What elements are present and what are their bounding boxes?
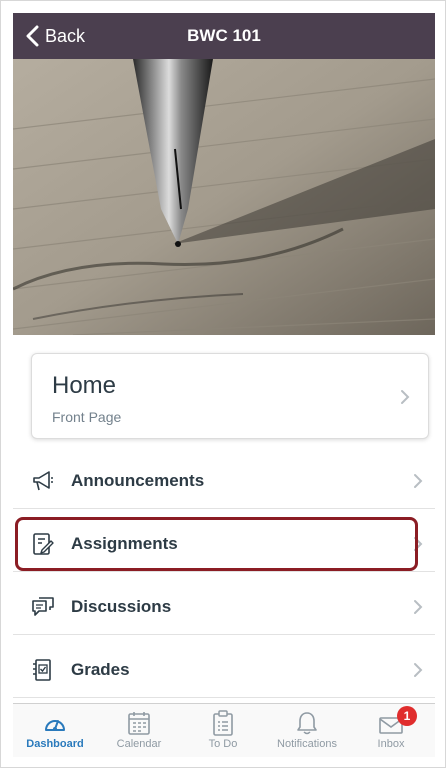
menu-item-announcements[interactable]: Announcements <box>13 453 435 509</box>
home-card-title: Home <box>52 372 117 399</box>
calendar-icon <box>128 712 150 735</box>
app-frame: Back BWC 101 Home Front Page Announcemen… <box>0 0 446 768</box>
tab-bar: Dashboard Calendar To Do Notifications 1… <box>13 703 435 757</box>
chevron-left-icon <box>26 25 39 47</box>
assignment-icon <box>33 533 54 555</box>
nav-bar: Back BWC 101 <box>13 13 435 59</box>
home-card-subtitle: Front Page <box>52 409 122 425</box>
bell-icon <box>297 712 317 735</box>
menu-item-label: Assignments <box>71 534 178 553</box>
chevron-right-icon <box>401 390 410 404</box>
dashboard-icon <box>45 720 65 731</box>
megaphone-icon <box>33 471 53 491</box>
course-image <box>13 59 435 335</box>
tab-inbox[interactable]: 1 Inbox <box>349 704 433 758</box>
tab-label: Dashboard <box>26 738 84 750</box>
back-label: Back <box>45 25 86 46</box>
todo-icon <box>213 710 233 736</box>
menu-item-discussions[interactable]: Discussions <box>13 579 435 635</box>
tab-label: Notifications <box>277 738 337 750</box>
home-card[interactable]: Home Front Page <box>31 353 429 439</box>
chevron-right-icon <box>414 600 423 614</box>
menu-item-label: Grades <box>71 660 130 679</box>
chevron-right-icon <box>414 474 423 488</box>
menu-item-label: Discussions <box>71 597 172 616</box>
tab-label: To Do <box>208 738 238 750</box>
menu-item-label: Announcements <box>71 471 205 490</box>
tab-label: Inbox <box>377 738 405 750</box>
tab-calendar[interactable]: Calendar <box>97 704 181 758</box>
menu-item-grades[interactable]: Grades <box>13 642 435 698</box>
chevron-right-icon <box>414 537 423 551</box>
tab-label: Calendar <box>116 738 162 750</box>
tab-dashboard[interactable]: Dashboard <box>13 704 97 758</box>
tab-notifications[interactable]: Notifications <box>265 704 349 758</box>
back-button[interactable]: Back <box>25 13 85 59</box>
tab-todo[interactable]: To Do <box>181 704 265 758</box>
chevron-right-icon <box>414 663 423 677</box>
menu-item-assignments[interactable]: Assignments <box>13 516 435 572</box>
grades-icon <box>33 659 51 681</box>
unread-badge: 1 <box>397 706 417 726</box>
discussions-icon <box>32 597 54 616</box>
